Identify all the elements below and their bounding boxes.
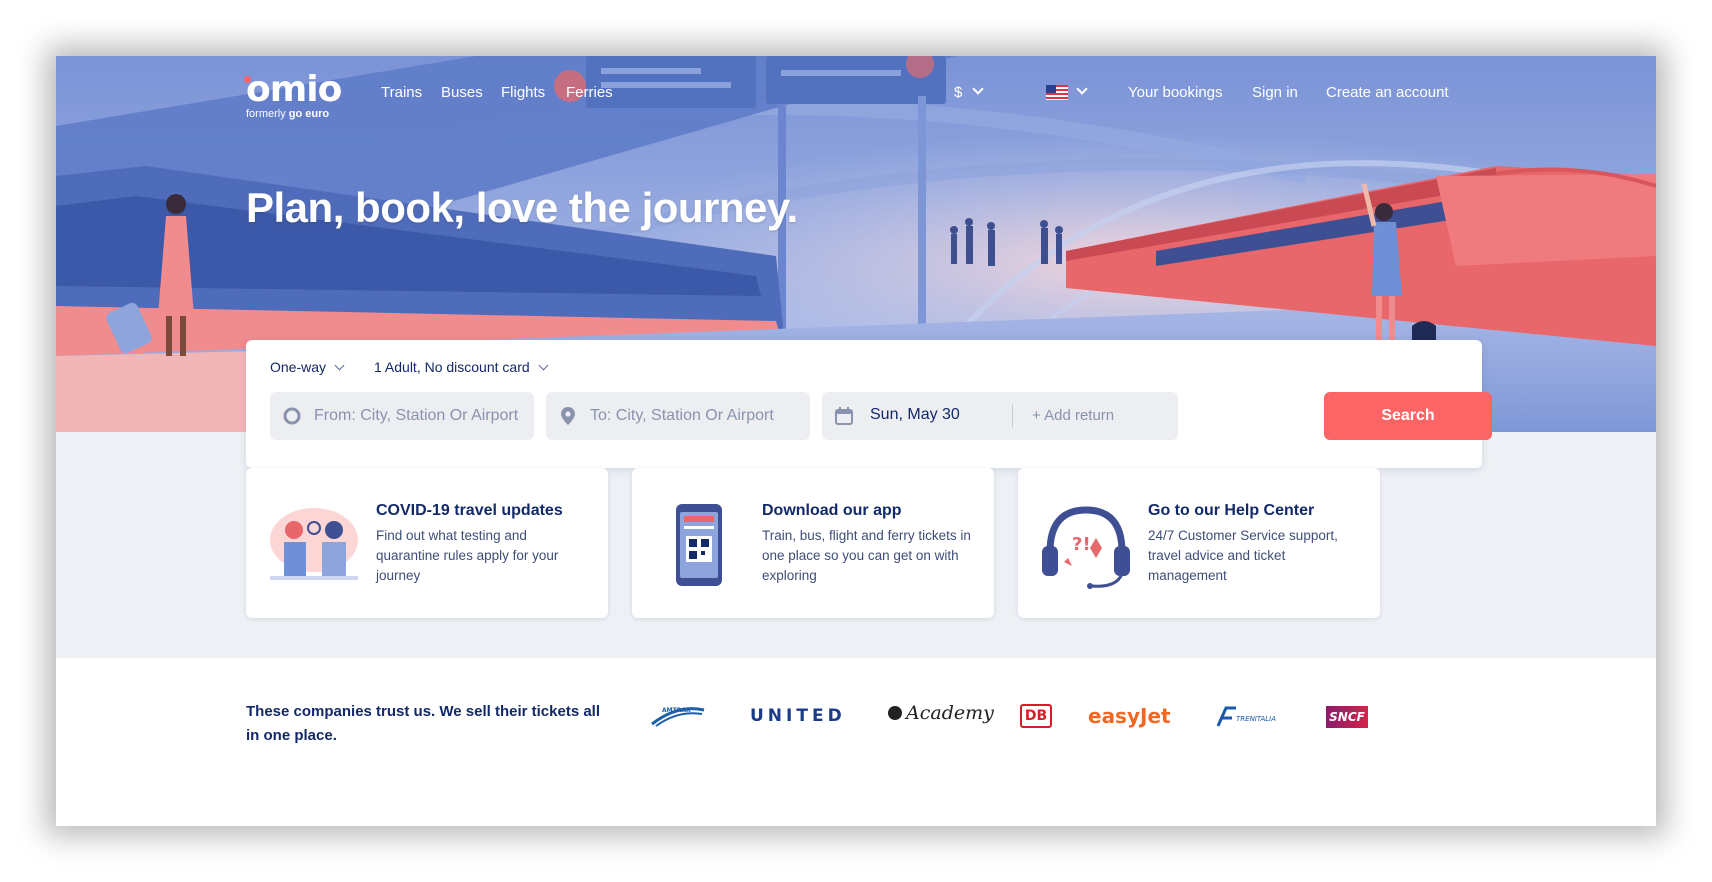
trip-type-selector[interactable]: One-way <box>270 359 345 375</box>
nav-ferries[interactable]: Ferries <box>566 84 613 101</box>
help-card-description: 24/7 Customer Service support, travel ad… <box>1148 528 1338 583</box>
download-app-card[interactable]: Download our app Train, bus, flight and … <box>632 468 994 618</box>
currency-selector[interactable]: $ <box>954 83 985 101</box>
from-field[interactable] <box>270 392 534 440</box>
svg-text:TRENITALIA: TRENITALIA <box>1236 715 1276 723</box>
location-pin-icon <box>561 407 575 425</box>
covid-card-description: Find out what testing and quarantine rul… <box>376 528 559 583</box>
help-center-card[interactable]: ?! Go to our Help Center 24/7 Customer S… <box>1018 468 1380 618</box>
nav-trains[interactable]: Trains <box>381 84 422 101</box>
us-flag-icon[interactable] <box>1046 85 1068 100</box>
chevron-down-icon <box>334 360 345 371</box>
search-panel: One-way 1 Adult, No discount card S <box>246 340 1492 468</box>
partners-heading: These companies trust us. We sell their … <box>246 703 601 744</box>
logo-wordmark: omio <box>246 69 342 110</box>
omio-logo[interactable]: omio formerly go euro <box>244 69 342 120</box>
academy-logo: Academy <box>888 702 994 724</box>
passenger-selector[interactable]: 1 Adult, No discount card <box>374 359 549 375</box>
svg-text:AMTRAK: AMTRAK <box>662 707 691 714</box>
search-button[interactable]: Search <box>1324 392 1492 440</box>
logo-goeuro: go euro <box>288 108 330 120</box>
nav-create-account[interactable]: Create an account <box>1326 84 1449 101</box>
phone-ticket-illustration <box>676 504 722 586</box>
locale-chevron[interactable] <box>1076 83 1088 101</box>
from-input[interactable] <box>314 392 526 440</box>
headset-illustration: ?! <box>1042 506 1130 589</box>
chevron-down-icon <box>1076 83 1088 95</box>
chevron-down-icon <box>538 360 549 371</box>
trip-type-label: One-way <box>270 359 327 375</box>
departure-date[interactable]: Sun, May 30 <box>870 406 960 424</box>
covid-updates-card[interactable]: COVID-19 travel updates Find out what te… <box>246 468 608 618</box>
add-return-button[interactable]: + Add return <box>1032 407 1114 424</box>
nav-flights[interactable]: Flights <box>501 84 545 101</box>
covid-card-title: COVID-19 travel updates <box>376 502 563 519</box>
nav-your-bookings[interactable]: Your bookings <box>1128 84 1223 101</box>
united-logo: UNITED <box>750 706 846 726</box>
logo-dot <box>244 76 251 83</box>
logo-formerly: formerly <box>246 108 286 120</box>
browser-viewport: omio formerly go euro Trains Buses Fligh… <box>56 56 1656 826</box>
db-logo: DB <box>1020 704 1052 728</box>
sncf-logo: SNCF <box>1326 706 1368 728</box>
app-card-description: Train, bus, flight and ferry tickets in … <box>762 528 971 583</box>
help-card-title: Go to our Help Center <box>1148 502 1315 519</box>
calendar-icon <box>835 407 853 425</box>
passenger-label: 1 Adult, No discount card <box>374 359 530 375</box>
trenitalia-logo: TRENITALIA <box>1216 706 1286 735</box>
nav-sign-in[interactable]: Sign in <box>1252 84 1298 101</box>
origin-circle-icon <box>283 407 301 425</box>
hero-headline: Plan, book, love the journey. <box>246 184 798 231</box>
to-input[interactable] <box>590 392 802 440</box>
date-field[interactable]: Sun, May 30 + Add return <box>822 392 1178 440</box>
logo-subtitle: formerly go euro <box>246 108 341 120</box>
svg-text:?!: ?! <box>1072 534 1091 555</box>
currency-label: $ <box>954 84 963 101</box>
to-field[interactable] <box>546 392 810 440</box>
top-navigation: omio formerly go euro Trains Buses Fligh… <box>56 56 1656 136</box>
chevron-down-icon <box>972 83 985 95</box>
covid-travelers-illustration <box>270 508 358 580</box>
partners-strip: These companies trust us. We sell their … <box>56 658 1656 826</box>
date-divider <box>1012 404 1013 428</box>
easyjet-logo: easyJet <box>1088 704 1171 728</box>
amtrak-logo: AMTRAK <box>648 704 708 733</box>
nav-buses[interactable]: Buses <box>441 84 483 101</box>
app-card-title: Download our app <box>762 502 902 519</box>
